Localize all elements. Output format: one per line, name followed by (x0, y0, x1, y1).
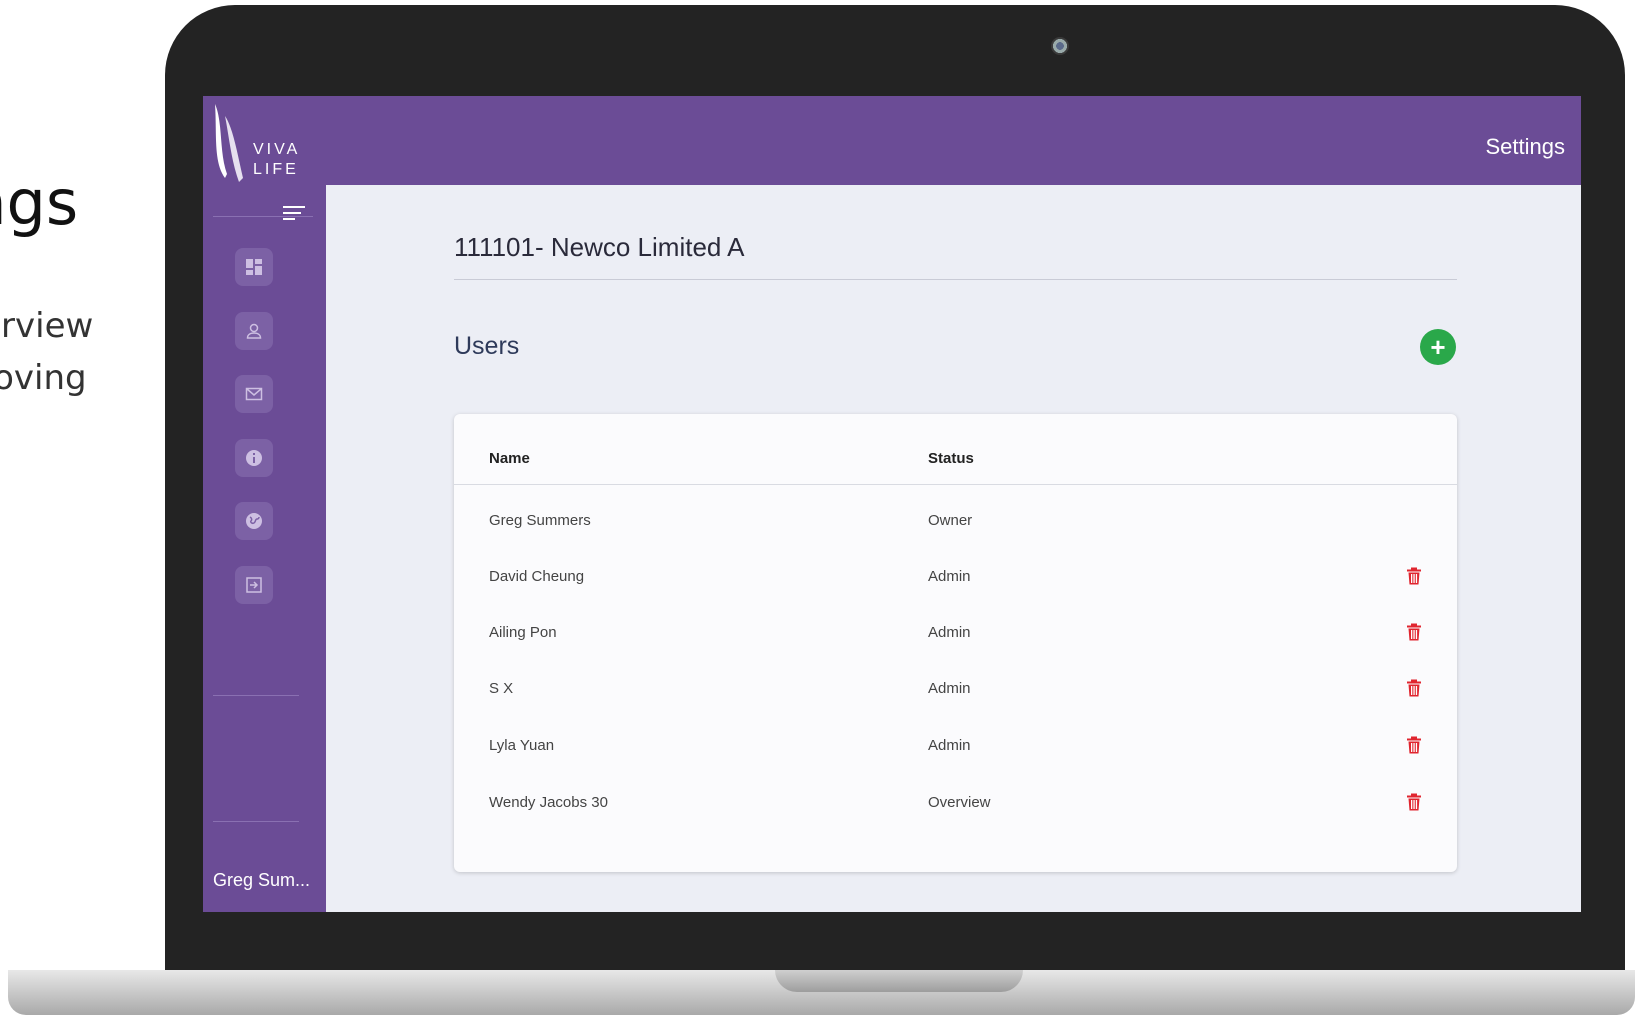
sidebar-item-dashboard[interactable] (235, 248, 273, 286)
user-name-cell: Wendy Jacobs 30 (489, 794, 608, 811)
user-name-cell: Ailing Pon (489, 624, 557, 641)
laptop-notch (775, 970, 1023, 992)
table-row: Wendy Jacobs 30 Overview (454, 776, 1457, 834)
delete-user-icon[interactable] (1406, 623, 1422, 641)
title-divider (454, 279, 1457, 280)
camera-icon (1051, 37, 1069, 55)
dashboard-icon (246, 259, 262, 275)
delete-user-icon[interactable] (1406, 793, 1422, 811)
column-header-status: Status (928, 450, 974, 467)
slide-line: verview (0, 306, 94, 346)
header-divider (454, 484, 1457, 485)
users-section-title: Users (454, 332, 520, 360)
sidebar-item-messages[interactable] (235, 375, 273, 413)
company-title: 111101- Newco Limited A (454, 232, 745, 262)
user-status-cell: Overview (928, 794, 991, 811)
info-icon (246, 450, 262, 466)
delete-user-icon[interactable] (1406, 679, 1422, 697)
user-name-cell: Lyla Yuan (489, 737, 555, 754)
viva-life-logo: VIVA LIFE (215, 104, 300, 182)
sidebar-item-users[interactable] (235, 312, 273, 350)
logo-text-viva: VIVA (253, 141, 300, 158)
sidebar-user-name[interactable]: Greg Sum... (213, 870, 310, 891)
user-name-cell: David Cheung (489, 568, 585, 585)
table-row: David Cheung Admin (454, 550, 1457, 608)
table-row: S X Admin (454, 662, 1457, 720)
user-name-cell: Greg Summers (489, 512, 591, 529)
top-bar: Settings (203, 96, 1581, 185)
table-row: Lyla Yuan Admin (454, 719, 1457, 777)
sidebar-item-info[interactable] (235, 439, 273, 477)
users-table: Name Status Greg Summers Owner David Cheun… (454, 414, 1457, 872)
user-status-cell: Admin (928, 624, 971, 641)
user-icon (246, 323, 262, 339)
slide-title: ings (0, 166, 79, 239)
column-header-name: Name (489, 450, 530, 467)
user-status-cell: Owner (928, 512, 973, 529)
delete-user-icon[interactable] (1406, 567, 1422, 585)
globe-icon (246, 513, 262, 529)
page-header-title: Settings (1485, 134, 1566, 159)
table-row: Greg Summers Owner (454, 494, 1457, 552)
sidebar-item-globe[interactable] (235, 502, 273, 540)
slide-line: d (0, 404, 93, 456)
delete-user-icon[interactable] (1406, 736, 1422, 754)
user-status-cell: Admin (928, 568, 971, 585)
slide-line: moving (0, 358, 87, 398)
user-name-cell: S X (489, 680, 514, 697)
logo-text-life: LIFE (253, 161, 299, 178)
app-screen: Settings VIVA LIFE Greg Sum... 111101- N… (203, 96, 1581, 912)
plus-icon: + (1430, 332, 1446, 362)
user-status-cell: Admin (928, 680, 971, 697)
slide-lines: verview moving d (0, 300, 93, 456)
add-user-button[interactable]: + (1420, 329, 1456, 365)
sidebar-divider (213, 216, 313, 217)
table-row: Ailing Pon Admin (454, 606, 1457, 664)
sidebar-item-logout[interactable] (235, 566, 273, 604)
user-status-cell: Admin (928, 737, 971, 754)
logout-icon (246, 577, 262, 593)
sidebar-divider (213, 821, 299, 822)
menu-toggle-icon[interactable] (283, 202, 309, 224)
mail-icon (245, 387, 263, 401)
sidebar-divider (213, 695, 299, 696)
sidebar: VIVA LIFE Greg Sum... (203, 96, 326, 912)
